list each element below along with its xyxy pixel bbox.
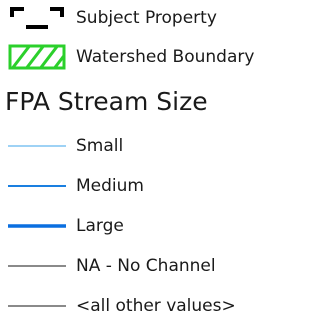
legend-label: Subject Property (76, 7, 217, 28)
hatched-green-box-icon (8, 44, 66, 70)
line-swatch-icon (8, 176, 66, 196)
legend-item-subject-property: Subject Property (0, 6, 217, 30)
legend-item-na-no-channel: NA - No Channel (0, 256, 216, 276)
legend-item-large: Large (0, 216, 124, 236)
legend-label: NA - No Channel (76, 255, 216, 276)
legend-item-medium: Medium (0, 176, 144, 196)
legend-label: <all other values> (76, 295, 236, 316)
legend-item-small: Small (0, 136, 123, 156)
legend-item-all-other-values: <all other values> (0, 296, 236, 316)
line-swatch-icon (8, 136, 66, 156)
legend-label: Watershed Boundary (76, 46, 255, 67)
subject-property-bracket-icon (8, 6, 66, 30)
legend-label: Small (76, 135, 124, 156)
line-swatch-icon (8, 256, 66, 276)
legend-heading: FPA Stream Size (5, 87, 208, 116)
legend-label: Medium (76, 175, 144, 196)
legend-label: Large (76, 215, 124, 236)
line-swatch-icon (8, 296, 66, 316)
line-swatch-icon (8, 216, 66, 236)
legend-item-watershed-boundary: Watershed Boundary (0, 44, 254, 70)
